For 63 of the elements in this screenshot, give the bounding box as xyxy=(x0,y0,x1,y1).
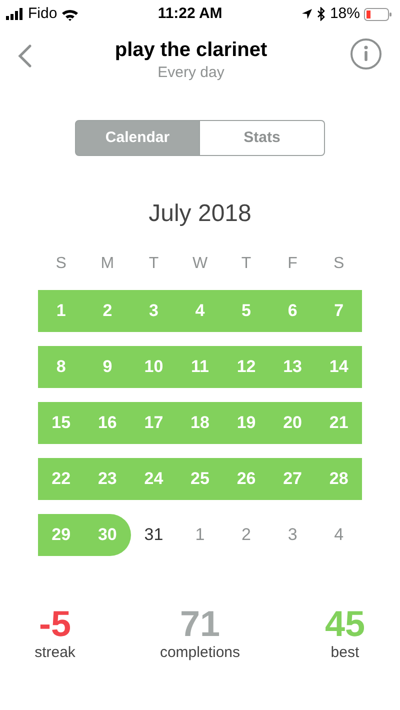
calendar-day[interactable]: 11 xyxy=(176,346,224,388)
back-button[interactable] xyxy=(18,44,32,68)
calendar-day[interactable]: 23 xyxy=(84,458,131,500)
stat-label: completions xyxy=(160,643,240,663)
weekday-label: T xyxy=(148,254,160,274)
calendar-day[interactable]: 1 xyxy=(38,290,84,332)
stat-label: best xyxy=(330,643,360,663)
calendar-day[interactable]: 5 xyxy=(223,290,270,332)
month-title: July 2018 xyxy=(148,199,252,229)
calendar-day[interactable]: 2 xyxy=(84,290,131,332)
location-icon xyxy=(300,8,313,20)
stat-value: 71 xyxy=(180,606,220,642)
carrier-name: Fido xyxy=(28,4,58,24)
weekday-label: S xyxy=(332,254,346,274)
battery-icon xyxy=(364,8,392,20)
calendar-day[interactable]: 3 xyxy=(130,290,177,332)
weekday-label: M xyxy=(100,254,116,274)
weekday-label: S xyxy=(54,254,68,274)
status-time: 11:22 AM xyxy=(158,4,222,24)
calendar-day[interactable]: 24 xyxy=(130,458,177,500)
calendar-day[interactable]: 13 xyxy=(269,346,316,388)
calendar-day[interactable]: 31 xyxy=(130,514,177,556)
segment-tab[interactable]: Stats xyxy=(200,120,325,156)
battery-percent: 18% xyxy=(330,4,360,24)
calendar-day[interactable]: 21 xyxy=(316,402,362,444)
calendar-day[interactable]: 29 xyxy=(38,514,84,556)
weekday-label: T xyxy=(240,254,252,274)
calendar-day[interactable]: 18 xyxy=(176,402,224,444)
calendar-day[interactable]: 2 xyxy=(223,514,270,556)
stat-label: streak xyxy=(34,643,76,663)
calendar-day[interactable]: 25 xyxy=(176,458,224,500)
calendar-day[interactable]: 4 xyxy=(316,514,362,556)
segment-tab[interactable]: Calendar xyxy=(75,120,200,156)
habit-title: play the clarinet xyxy=(114,38,268,62)
calendar-day[interactable]: 19 xyxy=(223,402,270,444)
calendar-day[interactable]: 8 xyxy=(38,346,84,388)
weekday-label: W xyxy=(191,254,209,274)
calendar-day[interactable]: 28 xyxy=(316,458,362,500)
calendar-day[interactable]: 15 xyxy=(38,402,84,444)
calendar-day[interactable]: 16 xyxy=(84,402,131,444)
calendar-day[interactable]: 30 xyxy=(84,514,131,556)
bluetooth-icon xyxy=(316,7,326,21)
habit-frequency: Every day xyxy=(156,63,226,83)
calendar-day[interactable]: 17 xyxy=(130,402,177,444)
calendar-day[interactable]: 27 xyxy=(269,458,316,500)
calendar-day[interactable]: 20 xyxy=(269,402,316,444)
signal-icon xyxy=(6,8,24,20)
stat-value: -5 xyxy=(38,606,71,642)
calendar-day[interactable]: 26 xyxy=(223,458,270,500)
calendar-day[interactable]: 12 xyxy=(223,346,270,388)
calendar-day[interactable]: 4 xyxy=(176,290,224,332)
info-button[interactable] xyxy=(350,38,382,70)
calendar-day[interactable]: 1 xyxy=(176,514,224,556)
stat-value: 45 xyxy=(324,606,365,642)
calendar-day[interactable]: 14 xyxy=(316,346,362,388)
weekday-label: F xyxy=(286,254,298,274)
calendar-day[interactable]: 22 xyxy=(38,458,84,500)
calendar-day[interactable]: 7 xyxy=(316,290,362,332)
calendar-day[interactable]: 3 xyxy=(269,514,316,556)
calendar-day[interactable]: 6 xyxy=(269,290,316,332)
calendar-day[interactable]: 10 xyxy=(130,346,177,388)
calendar-day[interactable]: 9 xyxy=(84,346,131,388)
wifi-icon xyxy=(61,8,80,20)
